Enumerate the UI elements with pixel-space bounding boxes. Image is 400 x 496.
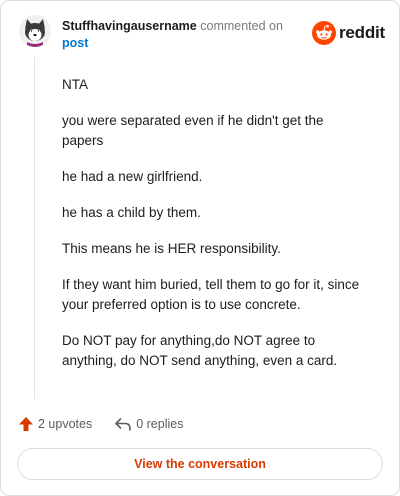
comment-paragraph: If they want him buried, tell them to go… bbox=[62, 277, 360, 312]
reddit-wordmark: reddit bbox=[339, 23, 386, 42]
comment-body: NTA you were separated even if he didn't… bbox=[62, 75, 362, 387]
replies-button[interactable]: 0 replies bbox=[114, 416, 183, 432]
upvote-button[interactable]: 2 upvotes bbox=[18, 416, 92, 432]
reply-arrow-icon bbox=[115, 418, 132, 431]
reply-count: 0 replies bbox=[136, 417, 184, 431]
comment-paragraph: you were separated even if he didn't get… bbox=[62, 113, 324, 148]
comment-paragraph: NTA bbox=[62, 77, 88, 92]
view-conversation-button[interactable]: View the conversation bbox=[17, 448, 383, 480]
commented-on-label: commented on bbox=[200, 19, 283, 33]
upvote-count: 2 upvotes bbox=[38, 417, 93, 431]
comment-header: Stuffhavingausername commented on post bbox=[62, 18, 302, 52]
comment-card: Stuffhavingausername commented on post r… bbox=[0, 0, 400, 496]
comment-paragraph: he has a child by them. bbox=[62, 205, 201, 220]
comment-paragraph: he had a new girlfriend. bbox=[62, 169, 203, 184]
comment-paragraph: Do NOT pay for anything,do NOT agree to … bbox=[62, 333, 338, 368]
comment-paragraph: This means he is HER responsibility. bbox=[62, 241, 281, 256]
comment-actions: 2 upvotes 0 replies bbox=[18, 414, 183, 434]
username-link[interactable]: Stuffhavingausername bbox=[62, 19, 197, 33]
post-link[interactable]: post bbox=[62, 35, 302, 52]
husky-avatar-icon bbox=[19, 15, 51, 47]
reddit-logo[interactable]: reddit bbox=[312, 20, 387, 46]
reddit-snoo-icon bbox=[312, 21, 336, 45]
thread-line[interactable] bbox=[34, 57, 35, 399]
upvote-arrow-icon bbox=[19, 417, 33, 431]
avatar[interactable] bbox=[19, 15, 51, 47]
